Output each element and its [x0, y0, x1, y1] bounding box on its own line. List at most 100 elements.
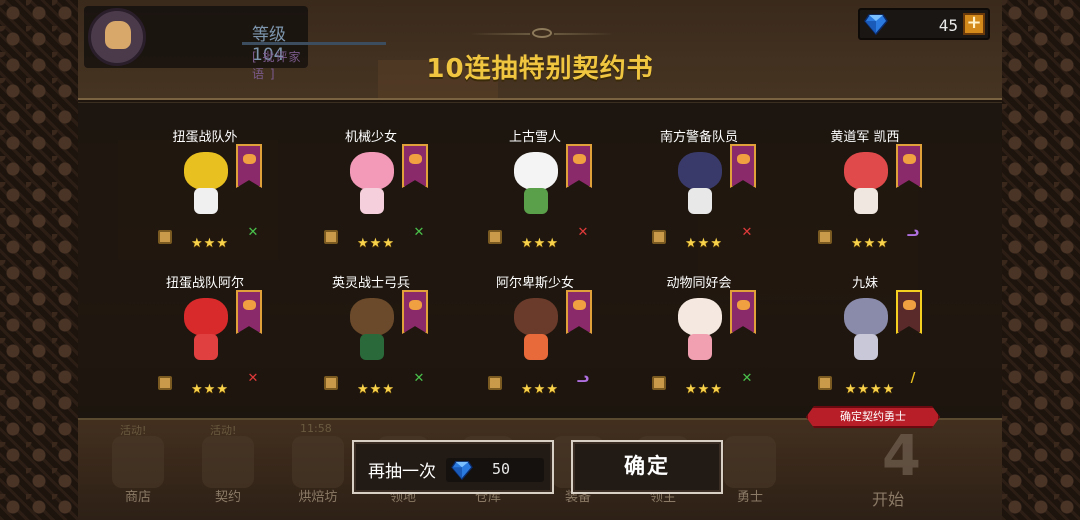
hero-star-rating: ★★★: [191, 236, 229, 251]
hero-sprite: [836, 294, 896, 364]
hero-sprite: [342, 294, 402, 364]
title-ornament-icon: [532, 28, 552, 38]
nav-label: 契约: [214, 490, 241, 505]
hero-card[interactable]: 阿尔卑斯少女 ★★★ ᓗ: [480, 272, 600, 412]
hero-name: 阿尔卑斯少女: [495, 276, 574, 291]
hero-card[interactable]: 动物同好会 ★★★ ✕: [644, 272, 764, 412]
scroll-icon: [324, 230, 338, 244]
nav-item-contract[interactable]: 活动! 契约: [188, 420, 268, 520]
hero-star-rating: ★★★: [851, 236, 889, 251]
page-title: 10连抽特别契约书: [426, 54, 654, 84]
draw-again-label: 再抽一次: [368, 462, 436, 482]
hero-body: [194, 334, 218, 360]
weapon-type-icon: /: [910, 371, 916, 386]
hero-body: [360, 188, 384, 214]
hero-card[interactable]: 英灵战士弓兵 ★★★ ✕: [316, 272, 436, 412]
hero-class-banner-icon: [402, 144, 428, 188]
hero-sprite: [176, 294, 236, 364]
hero-body: [524, 334, 548, 360]
weapon-type-icon: ✕: [247, 371, 259, 386]
game-screen: 等级104 [ 批评家语 ] 45 + 10连抽特别契约书 活动! 商店 活动!…: [0, 0, 1080, 520]
hero-card[interactable]: 南方警备队员 ★★★ ✕: [644, 126, 764, 266]
shop-icon: [112, 436, 164, 488]
gem-counter: 45 +: [858, 8, 990, 40]
hero-class-banner-icon: [730, 290, 756, 334]
hero-head: [350, 152, 394, 190]
hero-head: [844, 152, 888, 190]
hero-sprite: [506, 148, 566, 218]
hero-head: [844, 298, 888, 336]
bakery-icon: [292, 436, 344, 488]
hero-class-banner-icon: [566, 144, 592, 188]
scroll-icon: [818, 230, 832, 244]
diamond-icon: [451, 461, 473, 480]
hero-head: [350, 298, 394, 336]
hero-card[interactable]: 黄道军 凯西 ★★★ ᓗ: [810, 126, 930, 266]
start-stage-number: 4: [882, 424, 921, 489]
hero-body: [854, 334, 878, 360]
weapon-type-icon: ᓗ: [576, 371, 590, 386]
draw-again-button[interactable]: 再抽一次 50: [352, 440, 554, 494]
hero-card[interactable]: 机械少女 ★★★ ✕: [316, 126, 436, 266]
hero-card[interactable]: 九妹 ★★★★ /: [810, 272, 930, 412]
hero-name: 扭蛋战队阿尔: [165, 276, 244, 291]
hero-body: [360, 334, 384, 360]
hero-body: [854, 188, 878, 214]
hero-name: 扭蛋战队外: [172, 130, 238, 145]
scroll-icon: [158, 376, 172, 390]
hero-sprite: [176, 148, 236, 218]
nav-label: 烘焙坊: [298, 490, 338, 505]
hero-star-rating: ★★★: [521, 382, 559, 397]
weapon-type-icon: ✕: [577, 225, 589, 240]
hero-star-rating: ★★★★: [844, 382, 896, 397]
hero-name: 黄道军 凯西: [830, 130, 900, 145]
gem-count: 45: [938, 16, 958, 35]
hero-sprite: [342, 148, 402, 218]
hero-class-banner-icon: [236, 144, 262, 188]
hero-sprite: [506, 294, 566, 364]
hero-card[interactable]: 上古雪人 ★★★ ✕: [480, 126, 600, 266]
hero-name: 英灵战士弓兵: [331, 276, 410, 291]
hero-star-rating: ★★★: [521, 236, 559, 251]
title-divider-right: [554, 33, 614, 35]
nav-item-shop[interactable]: 活动! 商店: [98, 420, 178, 520]
heroes-icon: [724, 436, 776, 488]
hero-class-banner-icon: [402, 290, 428, 334]
hero-name: 上古雪人: [508, 130, 561, 145]
start-label: 开始: [872, 490, 905, 509]
nav-badge: 11:58: [300, 422, 332, 435]
confirm-button[interactable]: 确定: [571, 440, 723, 494]
scroll-icon: [158, 230, 172, 244]
draw-cost-value: 50: [492, 460, 511, 478]
add-gems-button[interactable]: +: [963, 13, 985, 35]
hero-body: [688, 188, 712, 214]
draw-cost: 50: [446, 458, 544, 482]
hero-class-banner-icon: [730, 144, 756, 188]
hero-star-rating: ★★★: [357, 382, 395, 397]
hero-star-rating: ★★★: [685, 236, 723, 251]
hero-name: 机械少女: [344, 130, 397, 145]
hero-card[interactable]: 扭蛋战队外 ★★★ ✕: [150, 126, 270, 266]
hero-head: [184, 298, 228, 336]
start-button[interactable]: 4 开始: [842, 424, 952, 518]
weapon-type-icon: ✕: [413, 225, 425, 240]
hero-sprite: [670, 294, 730, 364]
hero-class-banner-icon: [896, 144, 922, 188]
hero-star-rating: ★★★: [357, 236, 395, 251]
nav-item-bakery[interactable]: 11:58 烘焙坊: [278, 420, 358, 520]
hero-card[interactable]: 扭蛋战队阿尔 ★★★ ✕: [150, 272, 270, 412]
scroll-icon: [652, 230, 666, 244]
hero-body: [524, 188, 548, 214]
scroll-icon: [652, 376, 666, 390]
hero-name: 动物同好会: [666, 276, 732, 291]
hero-head: [678, 298, 722, 336]
scroll-icon: [324, 376, 338, 390]
scroll-icon: [488, 376, 502, 390]
hero-body: [194, 188, 218, 214]
diamond-icon: [864, 14, 888, 35]
scroll-icon: [818, 376, 832, 390]
hero-sprite: [670, 148, 730, 218]
weapon-type-icon: ᓗ: [906, 225, 920, 240]
hero-name: 九妹: [851, 276, 878, 291]
hero-head: [184, 152, 228, 190]
